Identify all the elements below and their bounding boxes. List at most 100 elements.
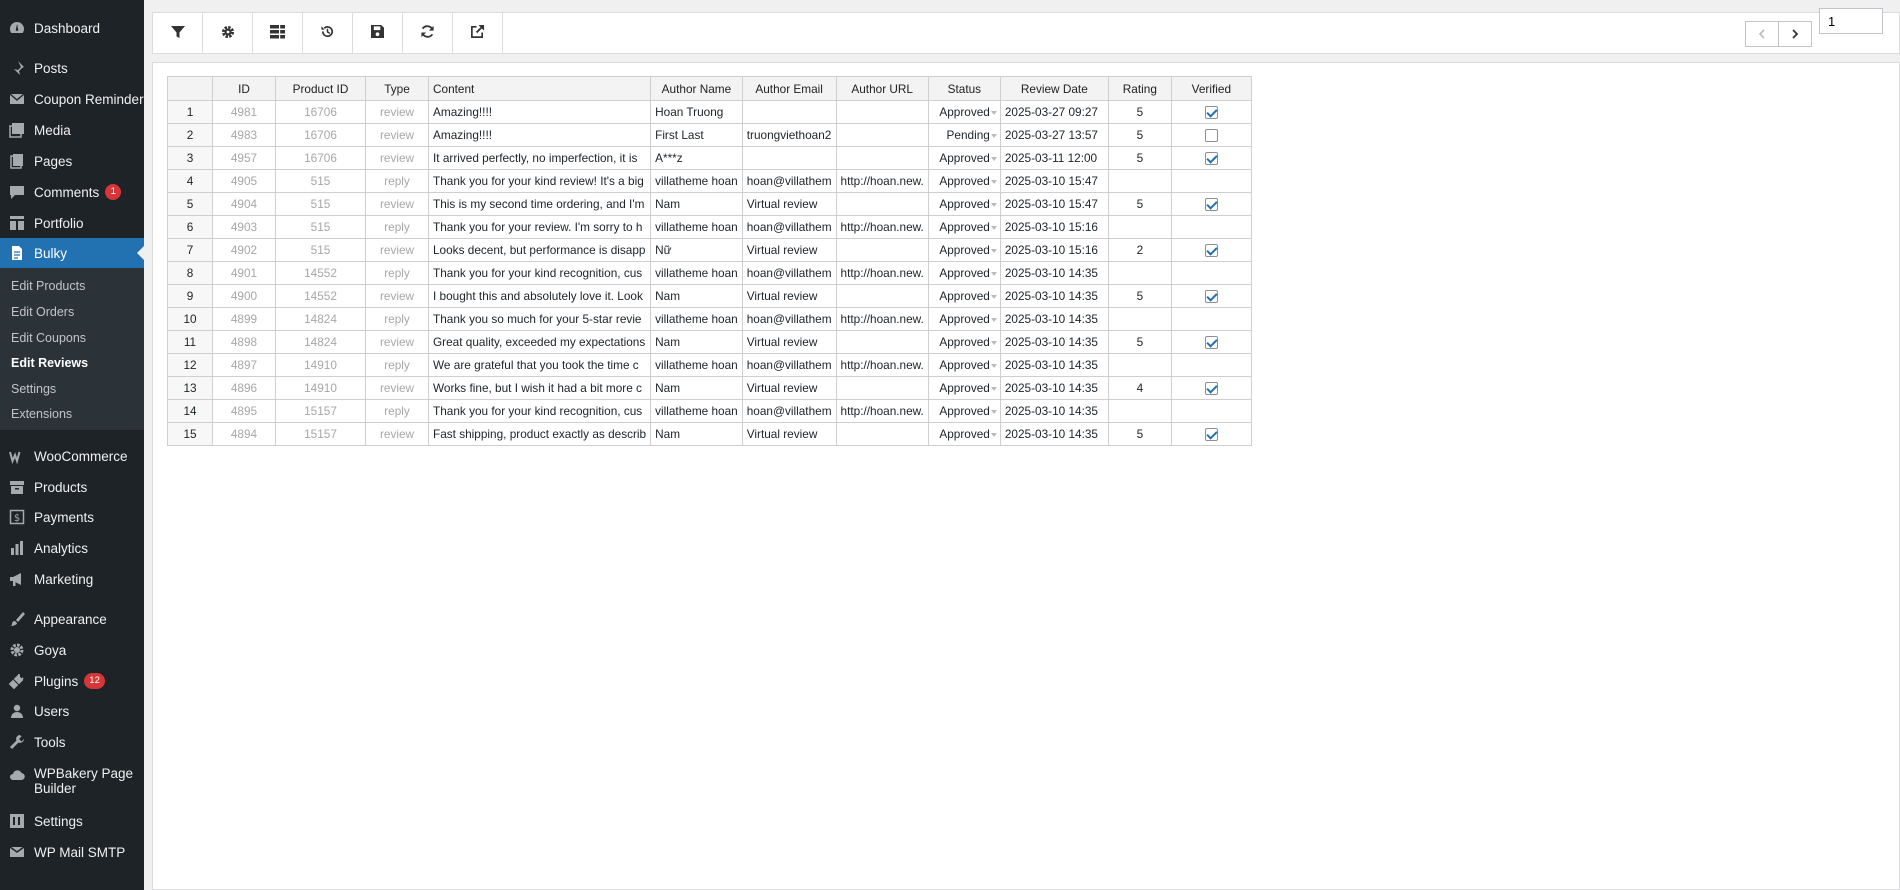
column-header-verified[interactable]: Verified	[1170, 76, 1252, 101]
author-email-cell[interactable]: Virtual review	[741, 284, 837, 308]
type-cell[interactable]: review	[365, 376, 429, 400]
menu-plugins[interactable]: Plugins 12	[0, 666, 144, 696]
review-date-cell[interactable]: 2025-03-10 15:16	[999, 215, 1109, 239]
author-name-cell[interactable]: Nam	[650, 422, 743, 446]
content-cell[interactable]: Looks decent, but performance is disapp	[427, 238, 652, 262]
column-header-content[interactable]: Content	[427, 76, 652, 101]
content-cell[interactable]: We are grateful that you took the time c	[427, 353, 652, 377]
refresh-button[interactable]	[403, 13, 453, 53]
submenu-extensions[interactable]: Extensions	[11, 407, 72, 421]
id-cell[interactable]: 4897	[212, 353, 276, 377]
verified-checkbox[interactable]	[1204, 428, 1218, 442]
id-cell[interactable]: 4981	[212, 100, 276, 124]
submenu-edit-coupons[interactable]: Edit Coupons	[11, 331, 86, 345]
type-cell[interactable]: review	[365, 146, 429, 170]
settings-button[interactable]	[203, 13, 253, 53]
author-email-cell[interactable]: hoan@villathem	[741, 215, 837, 239]
rating-cell[interactable]: 5	[1107, 330, 1172, 354]
submenu-edit-orders[interactable]: Edit Orders	[11, 305, 74, 319]
review-date-cell[interactable]: 2025-03-10 15:16	[999, 238, 1109, 262]
product-id-cell[interactable]: 15157	[275, 422, 366, 446]
author-email-cell[interactable]: Virtual review	[741, 238, 837, 262]
author-name-cell[interactable]: Hoan Truong	[650, 100, 743, 124]
content-cell[interactable]: I bought this and absolutely love it. Lo…	[427, 284, 652, 308]
author-name-cell[interactable]: villatheme hoan	[650, 169, 743, 193]
review-date-cell[interactable]: 2025-03-10 14:35	[999, 376, 1109, 400]
submenu-settings[interactable]: Settings	[11, 382, 56, 396]
column-header-id[interactable]: ID	[212, 76, 276, 101]
author-email-cell[interactable]: Virtual review	[741, 376, 837, 400]
rating-cell[interactable]	[1107, 307, 1172, 331]
author-name-cell[interactable]: villatheme hoan	[650, 215, 743, 239]
menu-analytics[interactable]: Analytics	[0, 533, 144, 563]
id-cell[interactable]: 4983	[212, 123, 276, 147]
content-cell[interactable]: Works fine, but I wish it had a bit more…	[427, 376, 652, 400]
verified-checkbox[interactable]	[1204, 290, 1218, 304]
author-url-cell[interactable]: http://hoan.new.	[835, 307, 929, 331]
content-cell[interactable]: Amazing!!!!	[427, 123, 652, 147]
author-url-cell[interactable]: http://hoan.new.	[835, 261, 929, 285]
product-id-cell[interactable]: 16706	[275, 146, 366, 170]
filter-button[interactable]	[153, 13, 203, 53]
review-date-cell[interactable]: 2025-03-10 14:35	[999, 353, 1109, 377]
author-url-cell[interactable]	[835, 100, 929, 124]
menu-media[interactable]: Media	[0, 115, 144, 145]
author-url-cell[interactable]	[835, 284, 929, 308]
author-url-cell[interactable]	[835, 146, 929, 170]
author-name-cell[interactable]: Nam	[650, 284, 743, 308]
column-header-status[interactable]: Status	[927, 76, 1001, 101]
author-name-cell[interactable]: villatheme hoan	[650, 399, 743, 423]
content-cell[interactable]: Great quality, exceeded my expectations	[427, 330, 652, 354]
author-name-cell[interactable]: A***z	[650, 146, 743, 170]
author-url-cell[interactable]: http://hoan.new.	[835, 353, 929, 377]
product-id-cell[interactable]: 515	[275, 192, 366, 216]
status-select[interactable]: Approved	[927, 284, 1001, 308]
column-header-author-url[interactable]: Author URL	[835, 76, 929, 101]
author-email-cell[interactable]: Virtual review	[741, 422, 837, 446]
menu-tools[interactable]: Tools	[0, 727, 144, 757]
status-select[interactable]: Approved	[927, 146, 1001, 170]
menu-payments[interactable]: $ Payments	[0, 502, 144, 532]
rating-cell[interactable]: 5	[1107, 123, 1172, 147]
author-email-cell[interactable]	[741, 146, 837, 170]
id-cell[interactable]: 4899	[212, 307, 276, 331]
product-id-cell[interactable]: 14552	[275, 261, 366, 285]
history-button[interactable]	[303, 13, 353, 53]
menu-woocommerce[interactable]: WooCommerce	[0, 441, 144, 471]
column-header-product-id[interactable]: Product ID	[275, 76, 366, 101]
author-url-cell[interactable]: http://hoan.new.	[835, 215, 929, 239]
author-email-cell[interactable]: hoan@villathem	[741, 399, 837, 423]
column-header-author-name[interactable]: Author Name	[650, 76, 743, 101]
id-cell[interactable]: 4898	[212, 330, 276, 354]
verified-checkbox[interactable]	[1204, 198, 1218, 212]
id-cell[interactable]: 4903	[212, 215, 276, 239]
status-select[interactable]: Approved	[927, 261, 1001, 285]
review-date-cell[interactable]: 2025-03-10 14:35	[999, 284, 1109, 308]
review-date-cell[interactable]: 2025-03-10 14:35	[999, 330, 1109, 354]
type-cell[interactable]: review	[365, 192, 429, 216]
column-header-review-date[interactable]: Review Date	[999, 76, 1109, 101]
verified-checkbox[interactable]	[1204, 244, 1218, 258]
status-select[interactable]: Approved	[927, 169, 1001, 193]
type-cell[interactable]: review	[365, 422, 429, 446]
content-cell[interactable]: This is my second time ordering, and I'm	[427, 192, 652, 216]
menu-products[interactable]: Products	[0, 472, 144, 502]
author-email-cell[interactable]: hoan@villathem	[741, 353, 837, 377]
rating-cell[interactable]	[1107, 399, 1172, 423]
id-cell[interactable]: 4894	[212, 422, 276, 446]
status-select[interactable]: Approved	[927, 376, 1001, 400]
product-id-cell[interactable]: 14910	[275, 353, 366, 377]
id-cell[interactable]: 4895	[212, 399, 276, 423]
verified-checkbox[interactable]	[1204, 106, 1218, 120]
product-id-cell[interactable]: 16706	[275, 123, 366, 147]
column-header-author-email[interactable]: Author Email	[741, 76, 837, 101]
id-cell[interactable]: 4957	[212, 146, 276, 170]
author-name-cell[interactable]: villatheme hoan	[650, 261, 743, 285]
rating-cell[interactable]	[1107, 261, 1172, 285]
product-id-cell[interactable]: 515	[275, 238, 366, 262]
status-select[interactable]: Approved	[927, 422, 1001, 446]
type-cell[interactable]: review	[365, 238, 429, 262]
status-select[interactable]: Approved	[927, 330, 1001, 354]
status-select[interactable]: Approved	[927, 353, 1001, 377]
product-id-cell[interactable]: 515	[275, 169, 366, 193]
